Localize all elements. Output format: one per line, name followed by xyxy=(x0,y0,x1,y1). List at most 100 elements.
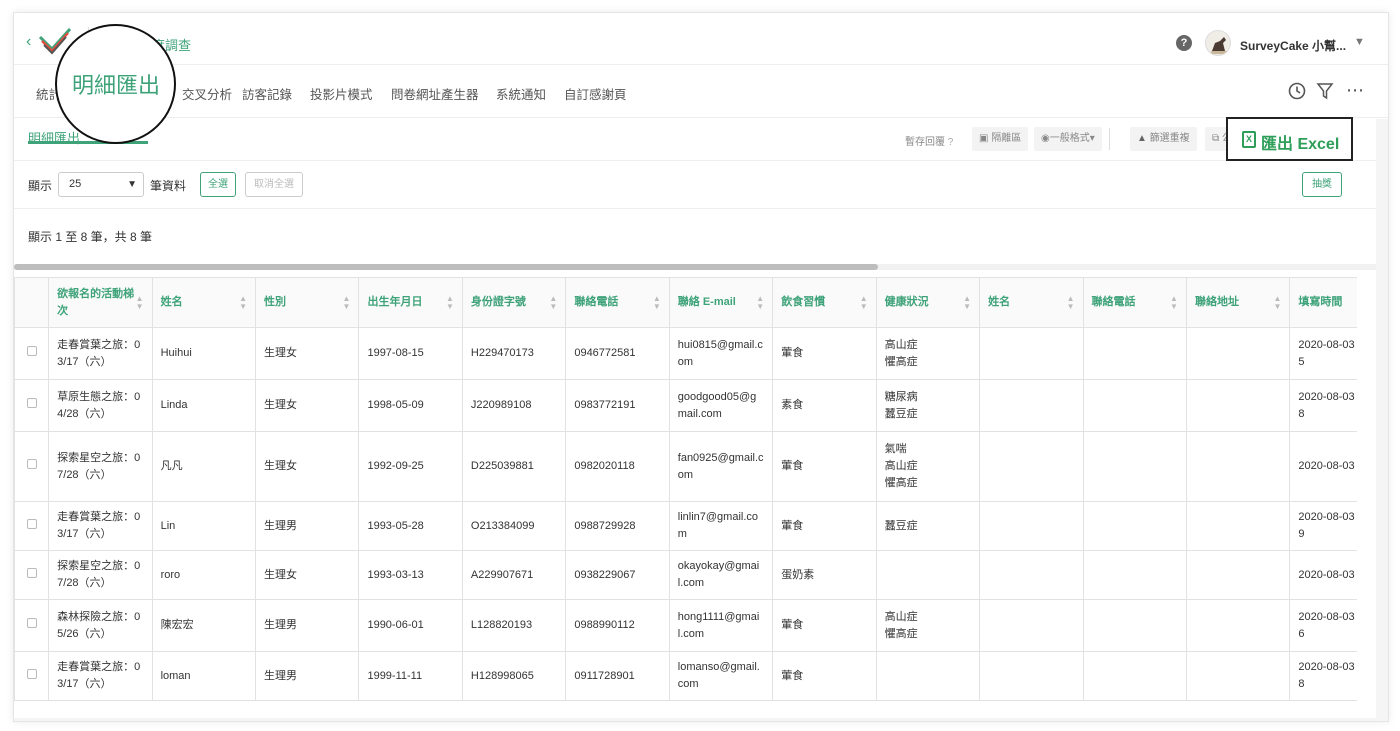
more-icon[interactable]: ⋯ xyxy=(1346,80,1364,101)
sort-icon[interactable]: ▲ ▼ xyxy=(136,294,144,311)
nav-item-cross-analysis[interactable]: 交叉分析 xyxy=(182,84,232,103)
sort-icon[interactable]: ▲ ▼ xyxy=(1170,294,1178,311)
table-cell: lomanso@gmail.com xyxy=(668,651,774,701)
table-cell: 葷食 xyxy=(772,599,877,652)
table-cell xyxy=(1185,501,1291,551)
row-checkbox[interactable] xyxy=(26,346,37,356)
table-cell: 0983772191 xyxy=(565,379,670,432)
select-column-header xyxy=(14,277,50,328)
chevron-down-icon: ▾ xyxy=(1089,133,1095,144)
sort-icon[interactable]: ▲ ▼ xyxy=(1067,294,1075,311)
table-cell: 葷食 xyxy=(772,651,877,701)
table-row[interactable]: 草原生態之旅：04/28（六） Linda 生理女 1998-05-09 J220989… xyxy=(14,379,1357,432)
column-header[interactable]: 飲食習慣 ▲ ▼ xyxy=(772,277,877,328)
sort-icon[interactable]: ▲ ▼ xyxy=(343,294,351,311)
duplicate-filter-button[interactable]: ▲ 篩選重複 xyxy=(1130,127,1197,151)
isolate-button[interactable]: ▣ 隔離區 xyxy=(972,127,1029,151)
table-cell: 2020-08-03 12:18 xyxy=(1289,379,1357,432)
column-header[interactable]: 聯絡電話 ▲ ▼ xyxy=(1082,277,1187,328)
table-cell: Lin xyxy=(151,501,257,551)
table-cell xyxy=(979,501,1084,551)
save-reply-link[interactable]: 暫存回覆 ? xyxy=(905,133,953,148)
warning-icon: ▲ xyxy=(1137,133,1147,144)
nav-item-thank-you-page[interactable]: 自訂感謝頁 xyxy=(564,84,627,103)
table-cell: 0911728901 xyxy=(565,651,670,701)
table-row[interactable]: 探索星空之旅：07/28（六） 凡凡 生理女 1992-09-25 D225039881… xyxy=(14,431,1357,502)
sort-icon[interactable]: ▲ ▼ xyxy=(549,294,557,311)
nav-item-detail-export[interactable]: 明細匯出 xyxy=(72,68,160,100)
table-row[interactable]: 走春賞葉之旅：03/17（六） Lin 生理男 1993-05-28 O21338409… xyxy=(14,501,1357,551)
table-cell: Linda xyxy=(151,379,257,432)
row-checkbox[interactable] xyxy=(26,618,37,628)
table-cell: H128998065 xyxy=(461,651,567,701)
table-cell: hong1111@gmail.com xyxy=(668,599,774,652)
column-header[interactable]: 姓名 ▲ ▼ xyxy=(151,277,257,328)
table-cell xyxy=(1082,501,1187,551)
page-size-select[interactable]: 25 ▼ xyxy=(58,172,144,197)
export-excel-label: 匯出 Excel xyxy=(1261,136,1340,153)
deselect-all-button[interactable]: 取消全選 xyxy=(245,172,303,197)
table-cell: 0946772581 xyxy=(565,327,670,380)
row-checkbox[interactable] xyxy=(26,398,37,408)
column-header[interactable]: 聯絡 E-mail ▲ ▼ xyxy=(668,277,774,328)
row-checkbox[interactable] xyxy=(26,459,37,469)
table-row[interactable]: 走春賞葉之旅：03/17（六） loman 生理男 1999-11-11 H128998… xyxy=(14,651,1357,701)
sort-icon[interactable]: ▲ ▼ xyxy=(653,294,661,311)
data-table: 欲報名的活動梯次 ▲ ▼ 姓名 ▲ ▼ 性別 ▲ ▼ 出生年月日 ▲ ▼ 身份證字號 ▲ ▼ 聯絡電… xyxy=(14,277,1357,709)
chevron-down-icon[interactable]: ▼ xyxy=(1354,36,1365,48)
lottery-button[interactable]: 抽獎 xyxy=(1302,172,1342,197)
question-circle-icon[interactable]: ? xyxy=(1176,35,1192,51)
sort-icon[interactable]: ▲ ▼ xyxy=(963,294,971,311)
sort-icon[interactable]: ▲ ▼ xyxy=(446,294,454,311)
table-cell: 氣喘 高山症 懼高症 xyxy=(875,431,981,502)
format-dropdown[interactable]: ◉一般格式▾ xyxy=(1034,127,1102,151)
column-header[interactable]: 身份證字號 ▲ ▼ xyxy=(461,277,567,328)
user-name[interactable]: SurveyCake 小幫... xyxy=(1240,37,1346,54)
nav-item-visitor-log[interactable]: 訪客記錄 xyxy=(242,84,292,103)
column-header[interactable]: 出生年月日 ▲ ▼ xyxy=(358,277,463,328)
clock-icon[interactable] xyxy=(1288,82,1306,105)
column-header[interactable]: 聯絡電話 ▲ ▼ xyxy=(565,277,670,328)
table-cell: 生理女 xyxy=(255,327,360,380)
column-header[interactable]: 填寫時間 xyxy=(1289,277,1357,328)
table-cell: 森林探險之旅：05/26（六） xyxy=(48,599,153,652)
table-cell: 生理女 xyxy=(255,550,360,600)
column-header[interactable]: 姓名 ▲ ▼ xyxy=(979,277,1084,328)
column-header[interactable]: 性別 ▲ ▼ xyxy=(255,277,360,328)
table-cell: 0938229067 xyxy=(565,550,670,600)
horse-avatar-icon xyxy=(1211,37,1227,54)
table-cell: A229907671 xyxy=(461,550,567,600)
records-summary: 顯示 1 至 8 筆，共 8 筆 xyxy=(28,230,153,244)
row-select-cell xyxy=(14,651,50,701)
table-row[interactable]: 森林探險之旅：05/26（六） 陳宏宏 生理男 1990-06-01 L12882019… xyxy=(14,599,1357,652)
avatar[interactable] xyxy=(1205,30,1231,56)
back-chevron-icon[interactable]: ‹ xyxy=(26,33,31,51)
scrollbar-thumb[interactable] xyxy=(14,264,878,270)
table-cell: 糖尿病 蠶豆症 xyxy=(875,379,981,432)
table-cell xyxy=(1082,327,1187,380)
nav-item-url-generator[interactable]: 問卷網址產生器 xyxy=(391,84,479,103)
nav-item-slideshow[interactable]: 投影片模式 xyxy=(310,84,373,103)
chevron-down-icon: ▼ xyxy=(127,179,137,190)
column-header[interactable]: 聯絡地址 ▲ ▼ xyxy=(1185,277,1291,328)
nav-item-notifications[interactable]: 系統通知 xyxy=(496,84,546,103)
select-all-button[interactable]: 全選 xyxy=(200,172,236,197)
column-header[interactable]: 健康狀況 ▲ ▼ xyxy=(875,277,981,328)
export-excel-button[interactable]: X 匯出 Excel xyxy=(1226,117,1353,161)
toolbar-divider xyxy=(1109,128,1110,150)
sort-icon[interactable]: ▲ ▼ xyxy=(756,294,764,311)
table-row[interactable]: 走春賞葉之旅：03/17（六） Huihui 生理女 1997-08-15 H22947… xyxy=(14,327,1357,380)
table-cell: loman xyxy=(151,651,257,701)
row-checkbox[interactable] xyxy=(26,567,37,578)
table-row[interactable]: 探索星空之旅：07/28（六） roro 生理女 1993-03-13 A2299076… xyxy=(14,550,1357,600)
table-cell xyxy=(1082,651,1187,701)
table-cell: 2020-08-03 19:59 xyxy=(1289,501,1357,551)
filter-icon[interactable] xyxy=(1316,82,1334,105)
column-header[interactable]: 欲報名的活動梯次 ▲ ▼ xyxy=(48,277,153,328)
sort-icon[interactable]: ▲ ▼ xyxy=(1273,294,1281,311)
sort-icon[interactable]: ▲ ▼ xyxy=(239,294,247,311)
sort-icon[interactable]: ▲ ▼ xyxy=(860,294,868,311)
table-cell xyxy=(979,379,1084,432)
row-checkbox[interactable] xyxy=(26,668,37,679)
row-checkbox[interactable] xyxy=(26,518,37,529)
